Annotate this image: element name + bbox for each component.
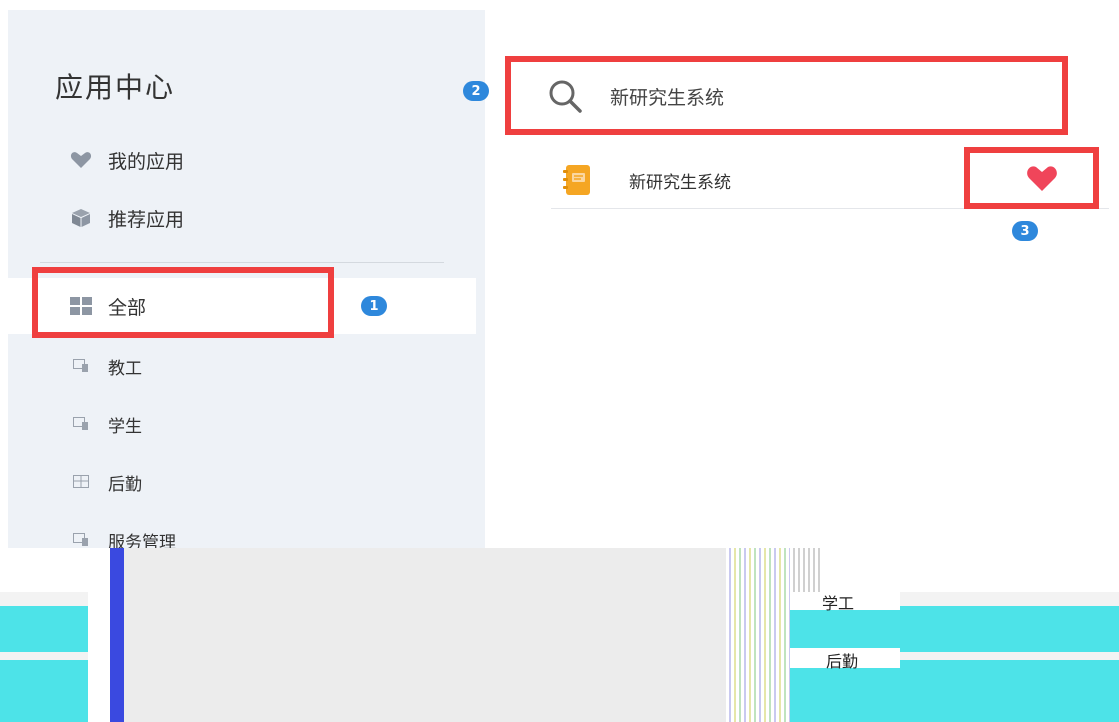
sidebar-item-all[interactable]: 全部 [8, 278, 476, 334]
app-icon [68, 530, 94, 548]
artifact-stripe [110, 548, 124, 722]
artifact-stripe [790, 548, 822, 592]
sidebar-item-recommended[interactable]: 推荐应用 [8, 190, 476, 246]
sidebar-divider [40, 262, 444, 263]
sidebar-item-logistics[interactable]: 后勤 [8, 454, 476, 510]
notebook-icon [563, 164, 591, 196]
sidebar-item-label: 学生 [108, 416, 142, 437]
step-badge-3: 3 [1012, 221, 1038, 241]
app-icon [68, 414, 94, 434]
artifact-stripe [726, 548, 790, 722]
sidebar-item-staff[interactable]: 教工 [8, 338, 476, 394]
sidebar-item-service-management[interactable]: 服务管理 [8, 512, 476, 548]
step-badge-2: 2 [463, 81, 489, 101]
sidebar-item-label: 后勤 [108, 474, 142, 495]
app-icon [68, 472, 94, 492]
sidebar-item-my-apps[interactable]: 我的应用 [8, 132, 476, 188]
sidebar-item-label: 推荐应用 [108, 208, 185, 231]
app-name: 新研究生系统 [629, 173, 731, 193]
step-badge-1: 1 [361, 296, 387, 316]
search-icon [548, 79, 582, 113]
artifact-text: 学工 [822, 594, 855, 613]
grid-icon [68, 296, 94, 316]
app-center-window: 应用中心 我的应用 推荐应用 全部 教工 学生 后勤 服务管理 新研究生系统 新… [8, 10, 1119, 548]
artifact-text: 后勤 [826, 652, 859, 671]
rendering-artifact-region: 学工 后勤 [0, 548, 1119, 722]
app-icon [68, 356, 94, 376]
sidebar-item-student[interactable]: 学生 [8, 396, 476, 452]
sidebar-item-label: 我的应用 [108, 150, 185, 173]
artifact-panel [124, 548, 726, 722]
sidebar: 应用中心 我的应用 推荐应用 全部 教工 学生 后勤 服务管理 [8, 10, 485, 548]
heart-icon [68, 150, 94, 170]
list-item[interactable]: 新研究生系统 [551, 150, 1109, 209]
sidebar-item-label: 教工 [108, 358, 142, 379]
sidebar-title: 应用中心 [55, 71, 176, 104]
cube-icon [68, 208, 94, 228]
favorite-heart-icon[interactable] [1025, 164, 1059, 194]
main-panel: 新研究生系统 [485, 10, 1119, 548]
sidebar-item-label: 服务管理 [108, 532, 176, 549]
search-input[interactable] [608, 84, 1032, 108]
search-bar[interactable] [516, 60, 1064, 132]
sidebar-item-label: 全部 [108, 296, 147, 319]
